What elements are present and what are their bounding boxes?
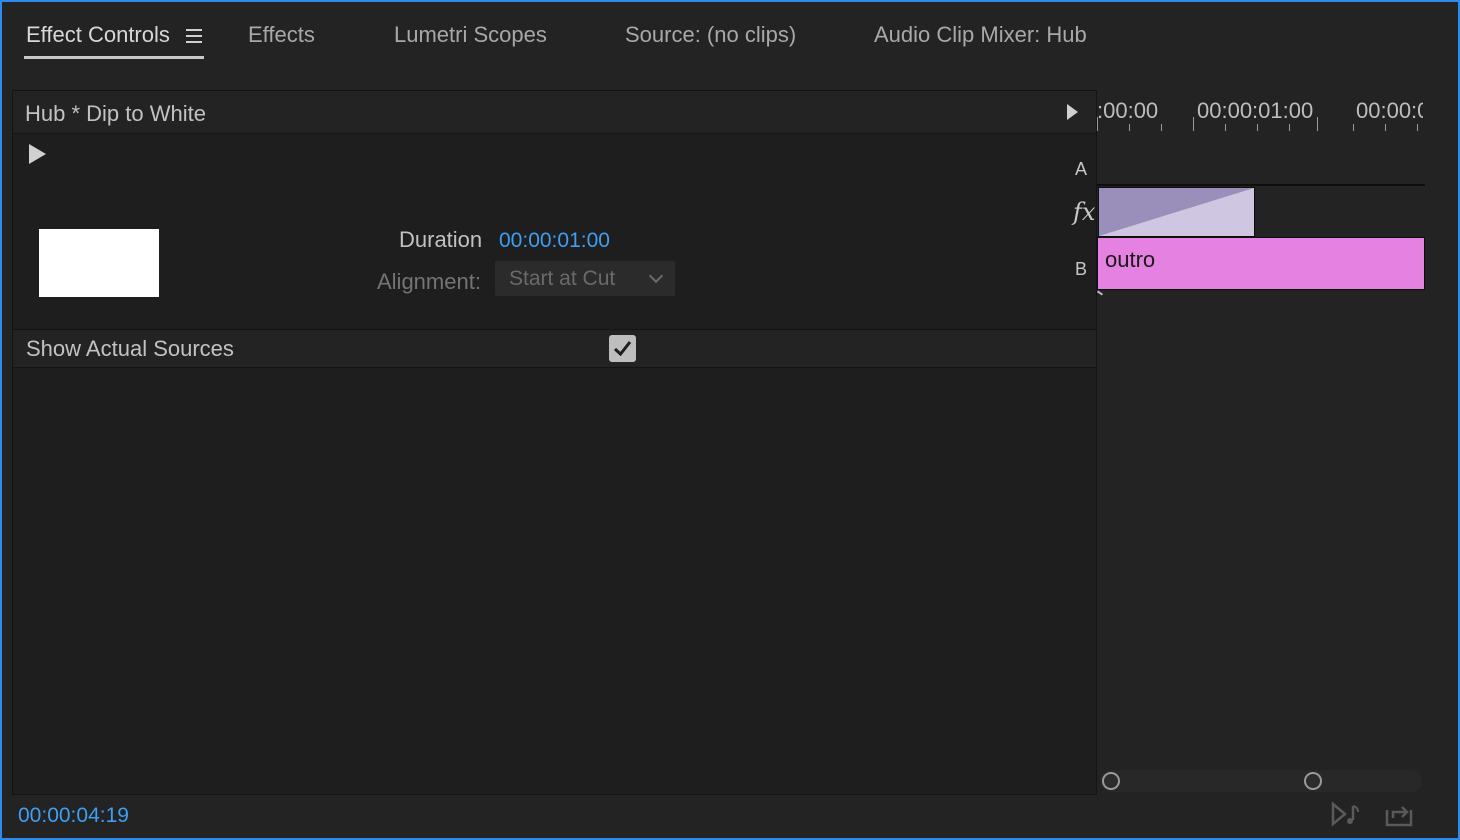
duration-value[interactable]: 00:00:01:00 <box>499 229 610 253</box>
transition-preview-thumbnail <box>39 229 159 297</box>
ruler-tick <box>1353 124 1354 131</box>
ruler-label: 00:00:01:00 <box>1197 98 1314 123</box>
ruler-tick <box>1317 117 1318 131</box>
ruler-tick <box>1289 124 1290 131</box>
track-a-line <box>1097 184 1425 186</box>
audio-note-icon[interactable] <box>1331 800 1363 828</box>
export-frame-icon[interactable] <box>1384 800 1416 828</box>
effect-title: Hub * Dip to White <box>25 101 206 126</box>
fx-icon: fx <box>1073 198 1096 226</box>
chevron-down-icon <box>648 268 664 284</box>
ruler-tick <box>1385 124 1386 131</box>
tab-effect-controls[interactable]: Effect Controls <box>26 22 170 48</box>
current-timecode[interactable]: 00:00:04:19 <box>18 804 129 828</box>
tab-source[interactable]: Source: (no clips) <box>625 22 796 48</box>
hamburger-menu-icon[interactable] <box>186 29 202 43</box>
track-b-label: B <box>1075 259 1088 279</box>
ruler-tick <box>1129 124 1130 131</box>
track-a-label: A <box>1075 159 1088 179</box>
alignment-value: Start at Cut <box>509 267 616 290</box>
ruler-tick <box>1257 124 1258 131</box>
alignment-select[interactable]: Start at Cut <box>495 261 675 296</box>
triangle-right-icon[interactable] <box>1067 104 1078 120</box>
show-sources-label: Show Actual Sources <box>26 336 234 361</box>
ruler-tick <box>1161 124 1162 131</box>
tab-audio-clip-mixer[interactable]: Audio Clip Mixer: Hub <box>874 22 1087 48</box>
duration-label: Duration <box>399 227 483 252</box>
tab-effects[interactable]: Effects <box>248 22 315 48</box>
ruler-label: 00:00:0 <box>1356 98 1423 123</box>
alignment-label: Alignment: <box>377 269 481 294</box>
scroll-handle-right[interactable] <box>1304 772 1322 790</box>
tab-lumetri-scopes[interactable]: Lumetri Scopes <box>394 22 547 48</box>
ruler-tick <box>1225 124 1226 131</box>
transition-timeline: :00:00 00:00:01:00 00:00:0 A fx B outro <box>1073 90 1425 793</box>
time-ruler[interactable]: :00:00 00:00:01:00 00:00:0 <box>1095 90 1423 138</box>
show-sources-checkbox[interactable] <box>609 335 636 362</box>
playhead-marker <box>1096 290 1104 296</box>
effect-header[interactable]: Hub * Dip to White <box>13 91 1096 134</box>
active-tab-underline <box>24 56 204 59</box>
transition-graphic <box>1099 188 1254 236</box>
ruler-label: :00:00 <box>1097 98 1159 123</box>
tab-bar: Effect Controls Effects Lumetri Scopes S… <box>0 0 1460 76</box>
ruler-tick <box>1193 117 1194 131</box>
outro-clip[interactable]: outro <box>1097 237 1425 290</box>
transition-clip[interactable] <box>1098 187 1255 237</box>
play-icon[interactable] <box>29 144 46 164</box>
effect-controls-panel: Hub * Dip to White Duration 00:00:01:00 … <box>12 90 1097 795</box>
ruler-tick <box>1417 124 1418 131</box>
scroll-handle-left[interactable] <box>1102 772 1120 790</box>
zoom-scrollbar[interactable] <box>1100 770 1422 792</box>
ruler-tick <box>1097 117 1098 131</box>
show-sources-row: Show Actual Sources <box>13 330 1096 368</box>
outro-clip-label: outro <box>1105 247 1156 272</box>
checkmark-icon <box>613 341 632 357</box>
